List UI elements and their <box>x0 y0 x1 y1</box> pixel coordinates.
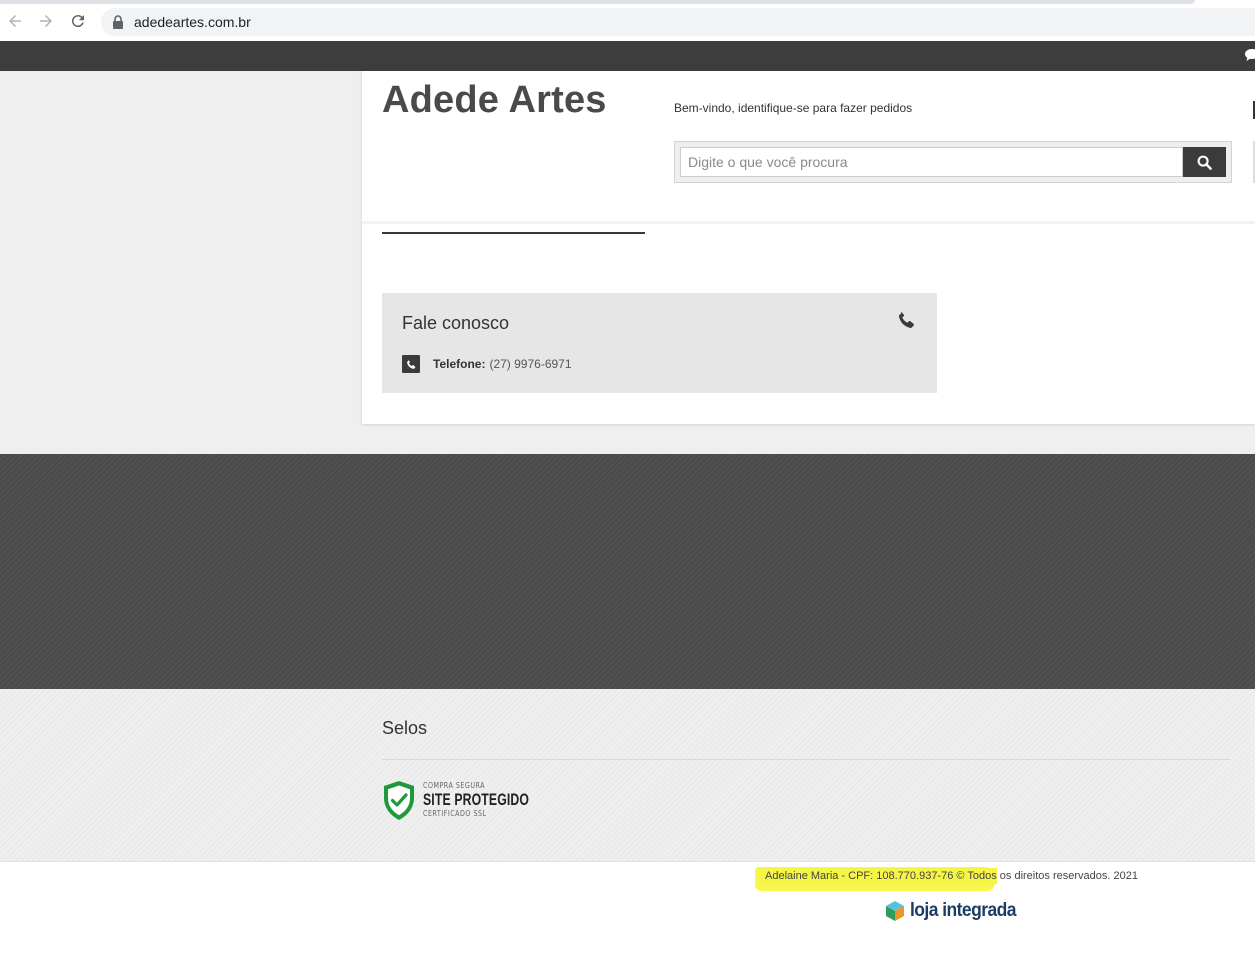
contact-box: Fale conosco Telefone: (27) 9976-6971 <box>382 293 937 393</box>
contact-phone-line: Telefone: (27) 9976-6971 <box>402 355 572 373</box>
ssl-seal[interactable]: COMPRA SEGURA SITE PROTEGIDO CERTIFICADO… <box>382 780 529 822</box>
seal-line-1: COMPRA SEGURA <box>423 781 486 790</box>
store-logo[interactable]: Adede Artes <box>382 79 607 122</box>
platform-name: loja integrada <box>910 900 1016 921</box>
search-button[interactable] <box>1183 147 1226 177</box>
main-panel: Adede Artes Bem-vindo, identifique-se pa… <box>362 71 1255 424</box>
copyright-text: Adelaine Maria - CPF: 108.770.937-76 © T… <box>759 868 1138 888</box>
search-bar <box>674 141 1232 183</box>
seals-title: Selos <box>382 718 428 738</box>
cube-icon <box>886 901 904 921</box>
forward-arrow-icon[interactable] <box>36 11 56 31</box>
tab-strip <box>0 0 1195 4</box>
welcome-text[interactable]: Bem-vindo, identifique-se para fazer ped… <box>674 101 912 115</box>
phone-value[interactable]: (27) 9976-6971 <box>489 357 571 371</box>
contact-title: Fale conosco <box>402 313 510 333</box>
search-input[interactable] <box>680 147 1183 177</box>
phone-square-icon <box>402 355 420 373</box>
loja-integrada-logo[interactable]: loja integrada <box>886 899 1025 923</box>
header-separator <box>362 221 1255 224</box>
copyright-highlighted: Adelaine Maria - CPF: 108.770.937-76 © T… <box>759 868 997 884</box>
shield-check-icon <box>384 781 414 820</box>
reload-icon[interactable] <box>68 11 88 31</box>
address-bar[interactable]: adedeartes.com.br <box>101 8 1255 36</box>
chat-icon[interactable] <box>1245 49 1255 61</box>
phone-icon <box>898 311 914 328</box>
seals-section: Selos COMPRA SEGURA SITE PROTEGIDO CERTI… <box>0 689 1255 862</box>
seal-line-2: SITE PROTEGIDO <box>423 790 530 809</box>
top-bar <box>0 41 1255 71</box>
phone-label: Telefone: <box>433 357 486 371</box>
seals-divider <box>382 759 1230 760</box>
footer-dark-band <box>0 454 1255 689</box>
url-text: adedeartes.com.br <box>134 14 251 30</box>
search-icon <box>1197 155 1212 170</box>
menu-underline <box>382 232 645 234</box>
browser-toolbar: adedeartes.com.br <box>0 0 1255 41</box>
copyright-rest: os direitos reservados. 2021 <box>996 870 1138 882</box>
seal-line-3: CERTIFICADO SSL <box>423 809 487 818</box>
back-arrow-icon[interactable] <box>5 11 25 31</box>
lock-icon <box>113 15 123 29</box>
